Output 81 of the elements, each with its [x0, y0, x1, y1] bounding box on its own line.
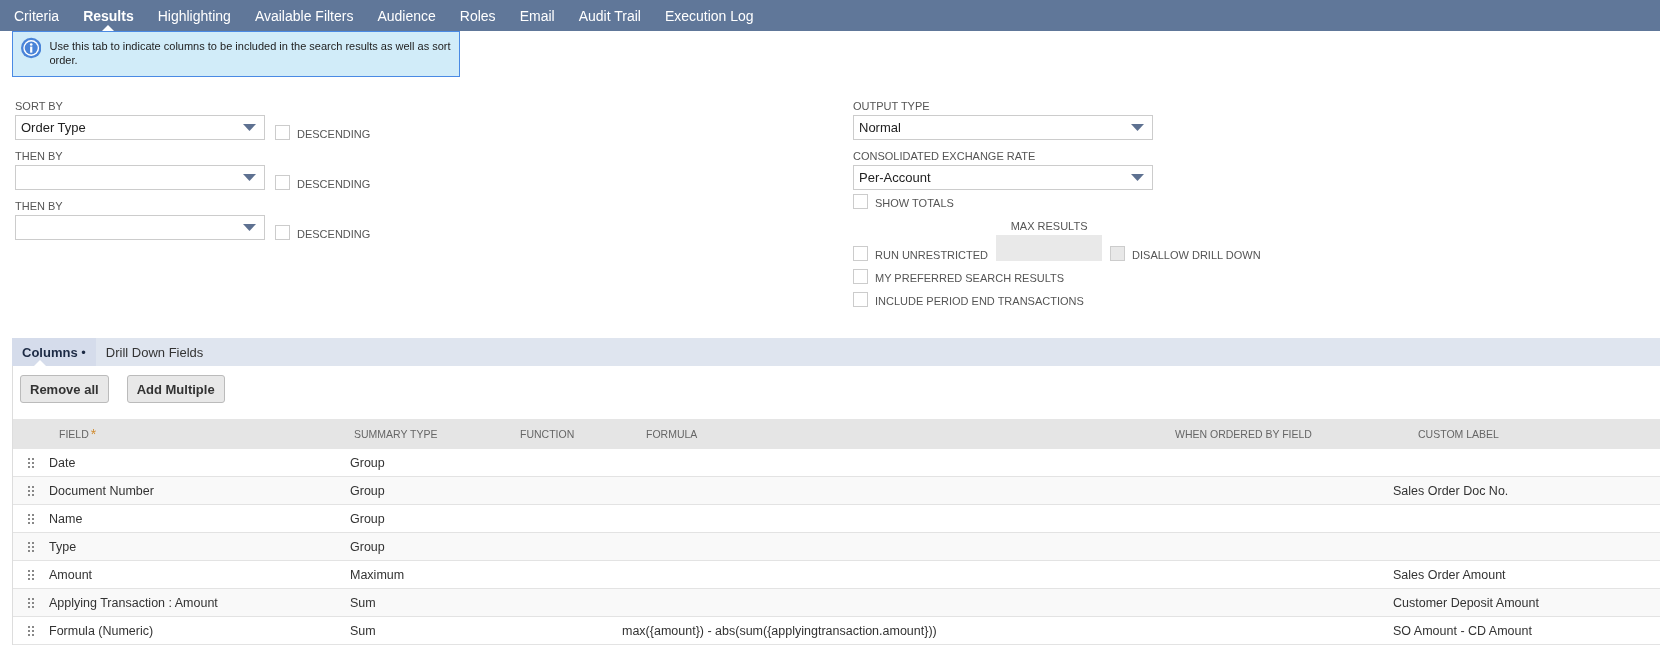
drag-handle-icon[interactable]	[28, 485, 34, 496]
table-cell: Sum	[350, 623, 376, 638]
field-label: THEN BY	[15, 149, 64, 163]
drag-handle-icon[interactable]	[28, 569, 34, 580]
info-icon	[21, 37, 42, 59]
checkbox-label: DISALLOW DRILL DOWN	[1132, 249, 1261, 261]
field-label: OUTPUT TYPE	[853, 99, 931, 113]
info-text: Use this tab to indicate columns to be included in the search results as well as sort order.	[49, 39, 451, 67]
checkbox-label: MY PREFERRED SEARCH RESULTS	[875, 272, 1065, 284]
dropdown-caret-icon	[243, 224, 256, 231]
column-header: FORMULA	[646, 428, 698, 440]
tab[interactable]: Audit Trail	[578, 0, 653, 31]
table-cell: SO Amount - CD Amount	[1393, 623, 1532, 638]
checkbox-label: INCLUDE PERIOD END TRANSACTIONS	[875, 295, 1084, 307]
sort-dropdown[interactable]	[15, 165, 265, 190]
dropdown-caret-icon	[243, 124, 256, 131]
checkbox[interactable]	[853, 269, 868, 284]
tab[interactable]: Roles	[459, 0, 508, 31]
sort-dropdown[interactable]: Order Type	[15, 115, 265, 140]
tab[interactable]: Email	[519, 0, 567, 31]
table-cell: Group	[350, 483, 385, 498]
table-cell: Group	[350, 539, 385, 554]
table-row[interactable]: Type Group	[13, 533, 1660, 561]
action-button[interactable]: Add Multiple	[126, 375, 225, 403]
tab[interactable]: Audience	[377, 0, 448, 31]
checkbox[interactable]	[853, 194, 868, 209]
column-header: SUMMARY TYPE	[354, 428, 438, 440]
table-cell: Group	[350, 455, 385, 470]
column-header: WHEN ORDERED BY FIELD	[1175, 428, 1312, 440]
column-header: FIELD	[59, 428, 89, 440]
dropdown-caret-icon	[1131, 174, 1144, 181]
table-cell: Formula (Numeric)	[49, 623, 154, 638]
dropdown-caret-icon	[1131, 124, 1144, 131]
tab[interactable]: Criteria	[14, 0, 72, 31]
drag-handle-icon[interactable]	[28, 597, 34, 608]
checkbox[interactable]	[853, 246, 868, 261]
table-cell: Type	[49, 539, 77, 554]
drag-handle-icon[interactable]	[28, 457, 34, 468]
checkbox-label: DESCENDING	[297, 228, 371, 240]
field-label: SORT BY	[15, 99, 64, 113]
field-label: CONSOLIDATED EXCHANGE RATE	[853, 149, 1037, 163]
action-button[interactable]: Remove all	[20, 375, 109, 403]
table-cell: Group	[350, 511, 385, 526]
field-label: MAX RESULTS	[1010, 219, 1088, 233]
checkbox[interactable]	[275, 175, 290, 190]
exchange-rate-dropdown[interactable]: Per-Account	[853, 165, 1153, 190]
checkbox[interactable]	[853, 292, 868, 307]
table-cell: Maximum	[350, 567, 405, 582]
checkbox-label: RUN UNRESTRICTED	[875, 249, 989, 261]
required-mark: *	[90, 426, 97, 442]
table-cell: Customer Deposit Amount	[1393, 595, 1539, 610]
drag-handle-icon[interactable]	[28, 625, 34, 636]
tab[interactable]: Available Filters	[254, 0, 366, 31]
checkbox[interactable]	[275, 225, 290, 240]
output-type-dropdown[interactable]: Normal	[853, 115, 1153, 140]
table-cell: Date	[49, 455, 76, 470]
column-header: CUSTOM LABEL	[1418, 428, 1499, 440]
dropdown-caret-icon	[243, 174, 256, 181]
drag-handle-icon[interactable]	[28, 541, 34, 552]
table-cell: Applying Transaction : Amount	[49, 595, 218, 610]
table-cell: Sales Order Amount	[1393, 567, 1506, 582]
table-cell: Sum	[350, 595, 376, 610]
field-label: THEN BY	[15, 199, 64, 213]
table-row[interactable]: Applying Transaction : Amount Sum Customer Deposit Amount	[13, 589, 1660, 617]
checkbox-label: DESCENDING	[297, 128, 371, 140]
checkbox[interactable]	[275, 125, 290, 140]
drag-handle-icon[interactable]	[28, 513, 34, 524]
table-cell: Name	[49, 511, 83, 526]
checkbox-label: DESCENDING	[297, 178, 371, 190]
table-cell: max({amount}) - abs(sum({applyingtransaction.amount}))	[622, 623, 937, 638]
table-row[interactable]: Document Number Group Sales Order Doc No.	[13, 477, 1660, 505]
table-cell: Sales Order Doc No.	[1393, 483, 1509, 498]
table-cell: Document Number	[49, 483, 154, 498]
tab[interactable]: Execution Log	[664, 0, 766, 31]
column-header: FUNCTION	[520, 428, 575, 440]
sort-dropdown[interactable]	[15, 215, 265, 240]
subtab[interactable]: Drill Down Fields	[95, 338, 214, 366]
checkbox-label: SHOW TOTALS	[875, 197, 954, 209]
tab[interactable]: Highlighting	[157, 0, 243, 31]
table-cell: Amount	[49, 567, 93, 582]
subtab[interactable]: Columns •	[12, 338, 96, 366]
